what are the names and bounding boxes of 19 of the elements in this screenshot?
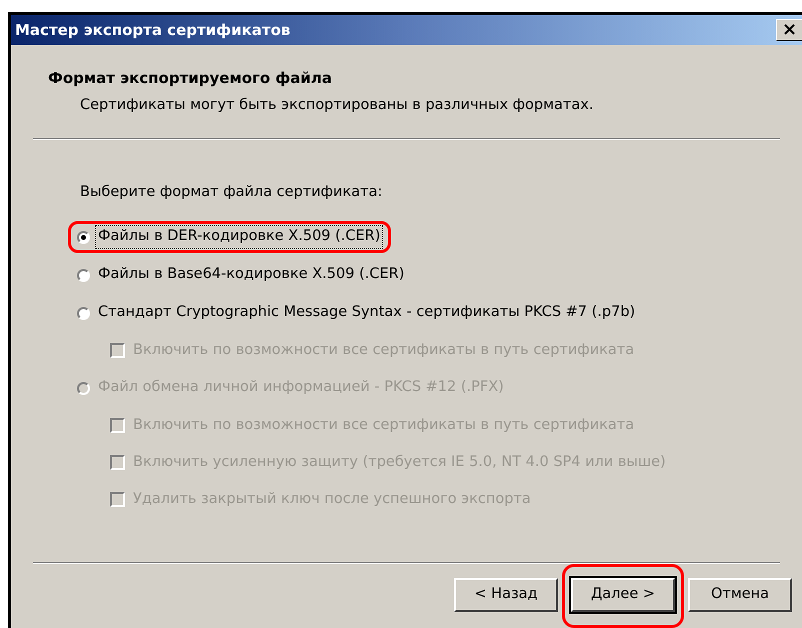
radio-label: Файл обмена личной информацией - PKCS #12 (.PFX) [97, 378, 505, 398]
radio-button[interactable] [77, 230, 90, 244]
checkbox-label: Включить усиленную защиту (требуется IE 5.0, NT 4.0 SP4 или выше) [133, 452, 666, 472]
radio-label: Стандарт Cryptographic Message Syntax - сертификаты PKCS #7 (.p7b) [97, 303, 636, 322]
wizard-button[interactable]: Отмена [688, 578, 792, 612]
prompt-text: Выберите формат файла сертификата: [80, 183, 384, 202]
wizard-button[interactable]: < Назад [454, 578, 558, 612]
radio-label: Файлы в Base64-кодировке X.509 (.CER) [97, 265, 406, 284]
wizard-button[interactable]: Далее > [571, 578, 675, 612]
checkbox-label: Включить по возможности все сертификаты в путь сертификата [133, 340, 634, 360]
close-button[interactable]: × [776, 19, 802, 41]
window-title: Мастер экспорта сертификатов [15, 20, 290, 41]
page-description: Сертификаты могут быть экспортированы в различных форматах. [79, 96, 594, 114]
page-heading: Формат экспортируемого файла [48, 68, 334, 89]
checkbox-label: Удалить закрытый ключ после успешного экспорта [133, 490, 531, 509]
radio-label: Файлы в DER-кодировке X.509 (.CER) [96, 226, 382, 248]
radio-button[interactable] [77, 268, 90, 282]
radio-button[interactable] [77, 306, 90, 320]
checkbox-label: Включить по возможности все сертификаты в путь сертификата [133, 416, 634, 435]
